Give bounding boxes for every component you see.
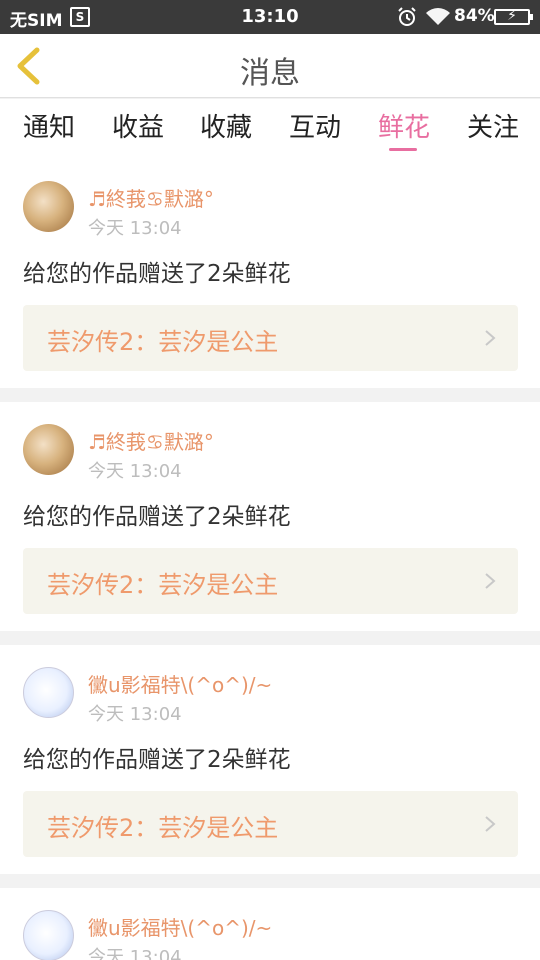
timestamp: 今天 13:04 [88,947,182,960]
list-item: 黴u影福特\(^o^)/~ 今天 13:04 [0,888,540,960]
alarm-icon [398,7,416,26]
avatar[interactable] [23,181,74,232]
battery-percentage: 84% [454,6,495,26]
nav-header: 消息 [0,34,540,98]
timestamp: 今天 13:04 [88,218,182,239]
list-item: 黴u影福特\(^o^)/~ 今天 13:04 给您的作品赠送了2朵鲜花 芸汐传2… [0,645,540,874]
avatar[interactable] [23,910,74,960]
wifi-icon [426,8,450,25]
tab-bar: 通知 收益 收藏 互动 鲜花 关注 [0,99,540,159]
tab-favorites[interactable]: 收藏 [200,107,252,144]
list-item: ♬終莪♋默潞° 今天 13:04 给您的作品赠送了2朵鲜花 芸汐传2：芸汐是公主 [0,159,540,388]
username[interactable]: 黴u影福特\(^o^)/~ [88,669,272,698]
message-text: 给您的作品赠送了2朵鲜花 [23,261,291,287]
chevron-right-icon [485,330,496,346]
username[interactable]: ♬終莪♋默潞° [88,426,214,455]
tab-notifications[interactable]: 通知 [23,107,75,144]
work-title: 芸汐传2：芸汐是公主 [47,814,279,842]
timestamp: 今天 13:04 [88,461,182,482]
tab-flowers[interactable]: 鲜花 [378,107,430,144]
work-link[interactable]: 芸汐传2：芸汐是公主 [23,548,518,614]
username[interactable]: 黴u影福特\(^o^)/~ [88,912,272,941]
username[interactable]: ♬終莪♋默潞° [88,183,214,212]
chevron-right-icon [485,573,496,589]
work-link[interactable]: 芸汐传2：芸汐是公主 [23,791,518,857]
chevron-right-icon [485,816,496,832]
tab-earnings[interactable]: 收益 [112,107,164,144]
active-tab-indicator [389,148,417,151]
status-bar: 无SIM S 13:10 84% ⚡ [0,0,540,34]
tab-follows[interactable]: 关注 [467,107,519,144]
timestamp: 今天 13:04 [88,704,182,725]
work-title: 芸汐传2：芸汐是公主 [47,328,279,356]
page-title: 消息 [240,56,300,91]
list-item: ♬終莪♋默潞° 今天 13:04 给您的作品赠送了2朵鲜花 芸汐传2：芸汐是公主 [0,402,540,631]
work-title: 芸汐传2：芸汐是公主 [47,571,279,599]
avatar[interactable] [23,667,74,718]
message-text: 给您的作品赠送了2朵鲜花 [23,747,291,773]
battery-charging-icon: ⚡ [494,8,533,25]
avatar[interactable] [23,424,74,475]
message-text: 给您的作品赠送了2朵鲜花 [23,504,291,530]
work-link[interactable]: 芸汐传2：芸汐是公主 [23,305,518,371]
tab-interactions[interactable]: 互动 [289,107,341,144]
